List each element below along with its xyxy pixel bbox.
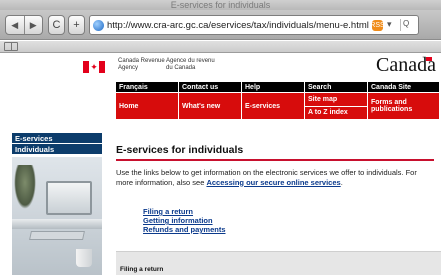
menu-search[interactable]: Search: [305, 82, 368, 93]
wordmark-flag-icon: [426, 57, 432, 61]
secure-services-link[interactable]: Accessing our secure online services: [206, 178, 340, 187]
browser-toolbar: ◀ ▶ C + http://www.cra-arc.gc.ca/eservic…: [0, 10, 441, 40]
sidebar: E-services Individuals: [12, 133, 102, 155]
menu-forms-publications[interactable]: Forms and publications: [368, 93, 440, 120]
rss-icon[interactable]: RSS: [370, 20, 385, 31]
link-getting-information[interactable]: Getting information: [143, 216, 226, 225]
chevron-down-icon[interactable]: ▾: [387, 19, 392, 30]
bookmarks-book-icon[interactable]: [4, 42, 18, 51]
add-bookmark-button[interactable]: +: [68, 15, 85, 35]
menu-site-map[interactable]: Site map: [305, 93, 367, 106]
link-filing-a-return[interactable]: Filing a return: [143, 207, 226, 216]
nav-buttons: ◀ ▶: [5, 15, 43, 35]
menu-canada-site[interactable]: Canada Site: [368, 82, 440, 93]
menu-francais[interactable]: Français: [116, 82, 179, 93]
reload-button[interactable]: C: [48, 15, 65, 35]
back-button[interactable]: ◀: [6, 16, 24, 34]
menu-index-group: Site map A to Z index: [305, 93, 368, 120]
forward-button[interactable]: ▶: [23, 16, 43, 34]
intro-paragraph: Use the links below to get information o…: [116, 168, 434, 187]
browser-window: E-services for individuals ◀ ▶ C + http:…: [0, 0, 441, 275]
site-menu: Français Contact us Help Search Canada S…: [116, 82, 440, 120]
globe-icon: [93, 20, 104, 31]
url-text[interactable]: http://www.cra-arc.gc.ca/eservices/tax/i…: [107, 19, 369, 32]
canada-flag-icon: ✦: [83, 61, 105, 73]
section-box: Filing a return: [116, 251, 441, 275]
main-content: E-services for individuals Use the links…: [116, 144, 434, 187]
menu-contact-us[interactable]: Contact us: [179, 82, 242, 93]
search-input[interactable]: Q: [400, 19, 418, 31]
menu-whats-new[interactable]: What's new: [179, 93, 242, 120]
agency-name-en: Canada Revenue Agency: [118, 58, 165, 71]
menu-e-services[interactable]: E-services: [242, 93, 305, 120]
agency-name-fr: Agence du revenu du Canada: [166, 58, 215, 71]
menu-home[interactable]: Home: [116, 93, 179, 120]
menu-a-to-z-index[interactable]: A to Z index: [305, 105, 367, 120]
section-heading: Filing a return: [120, 266, 164, 273]
menu-help[interactable]: Help: [242, 82, 305, 93]
link-refunds-and-payments[interactable]: Refunds and payments: [143, 225, 226, 234]
page-title: E-services for individuals: [116, 144, 434, 161]
sidebar-item-individuals[interactable]: Individuals: [12, 144, 102, 155]
sidebar-item-e-services[interactable]: E-services: [12, 133, 102, 144]
office-photo: [12, 157, 102, 275]
address-bar[interactable]: http://www.cra-arc.gc.ca/eservices/tax/i…: [89, 15, 419, 35]
bookmarks-bar: [0, 41, 441, 53]
window-title: E-services for individuals: [0, 0, 441, 10]
service-links: Filing a return Getting information Refu…: [143, 207, 226, 234]
intro-end: .: [340, 177, 343, 187]
web-page: ✦ Canada Revenue Agency Agence du revenu…: [0, 54, 441, 275]
